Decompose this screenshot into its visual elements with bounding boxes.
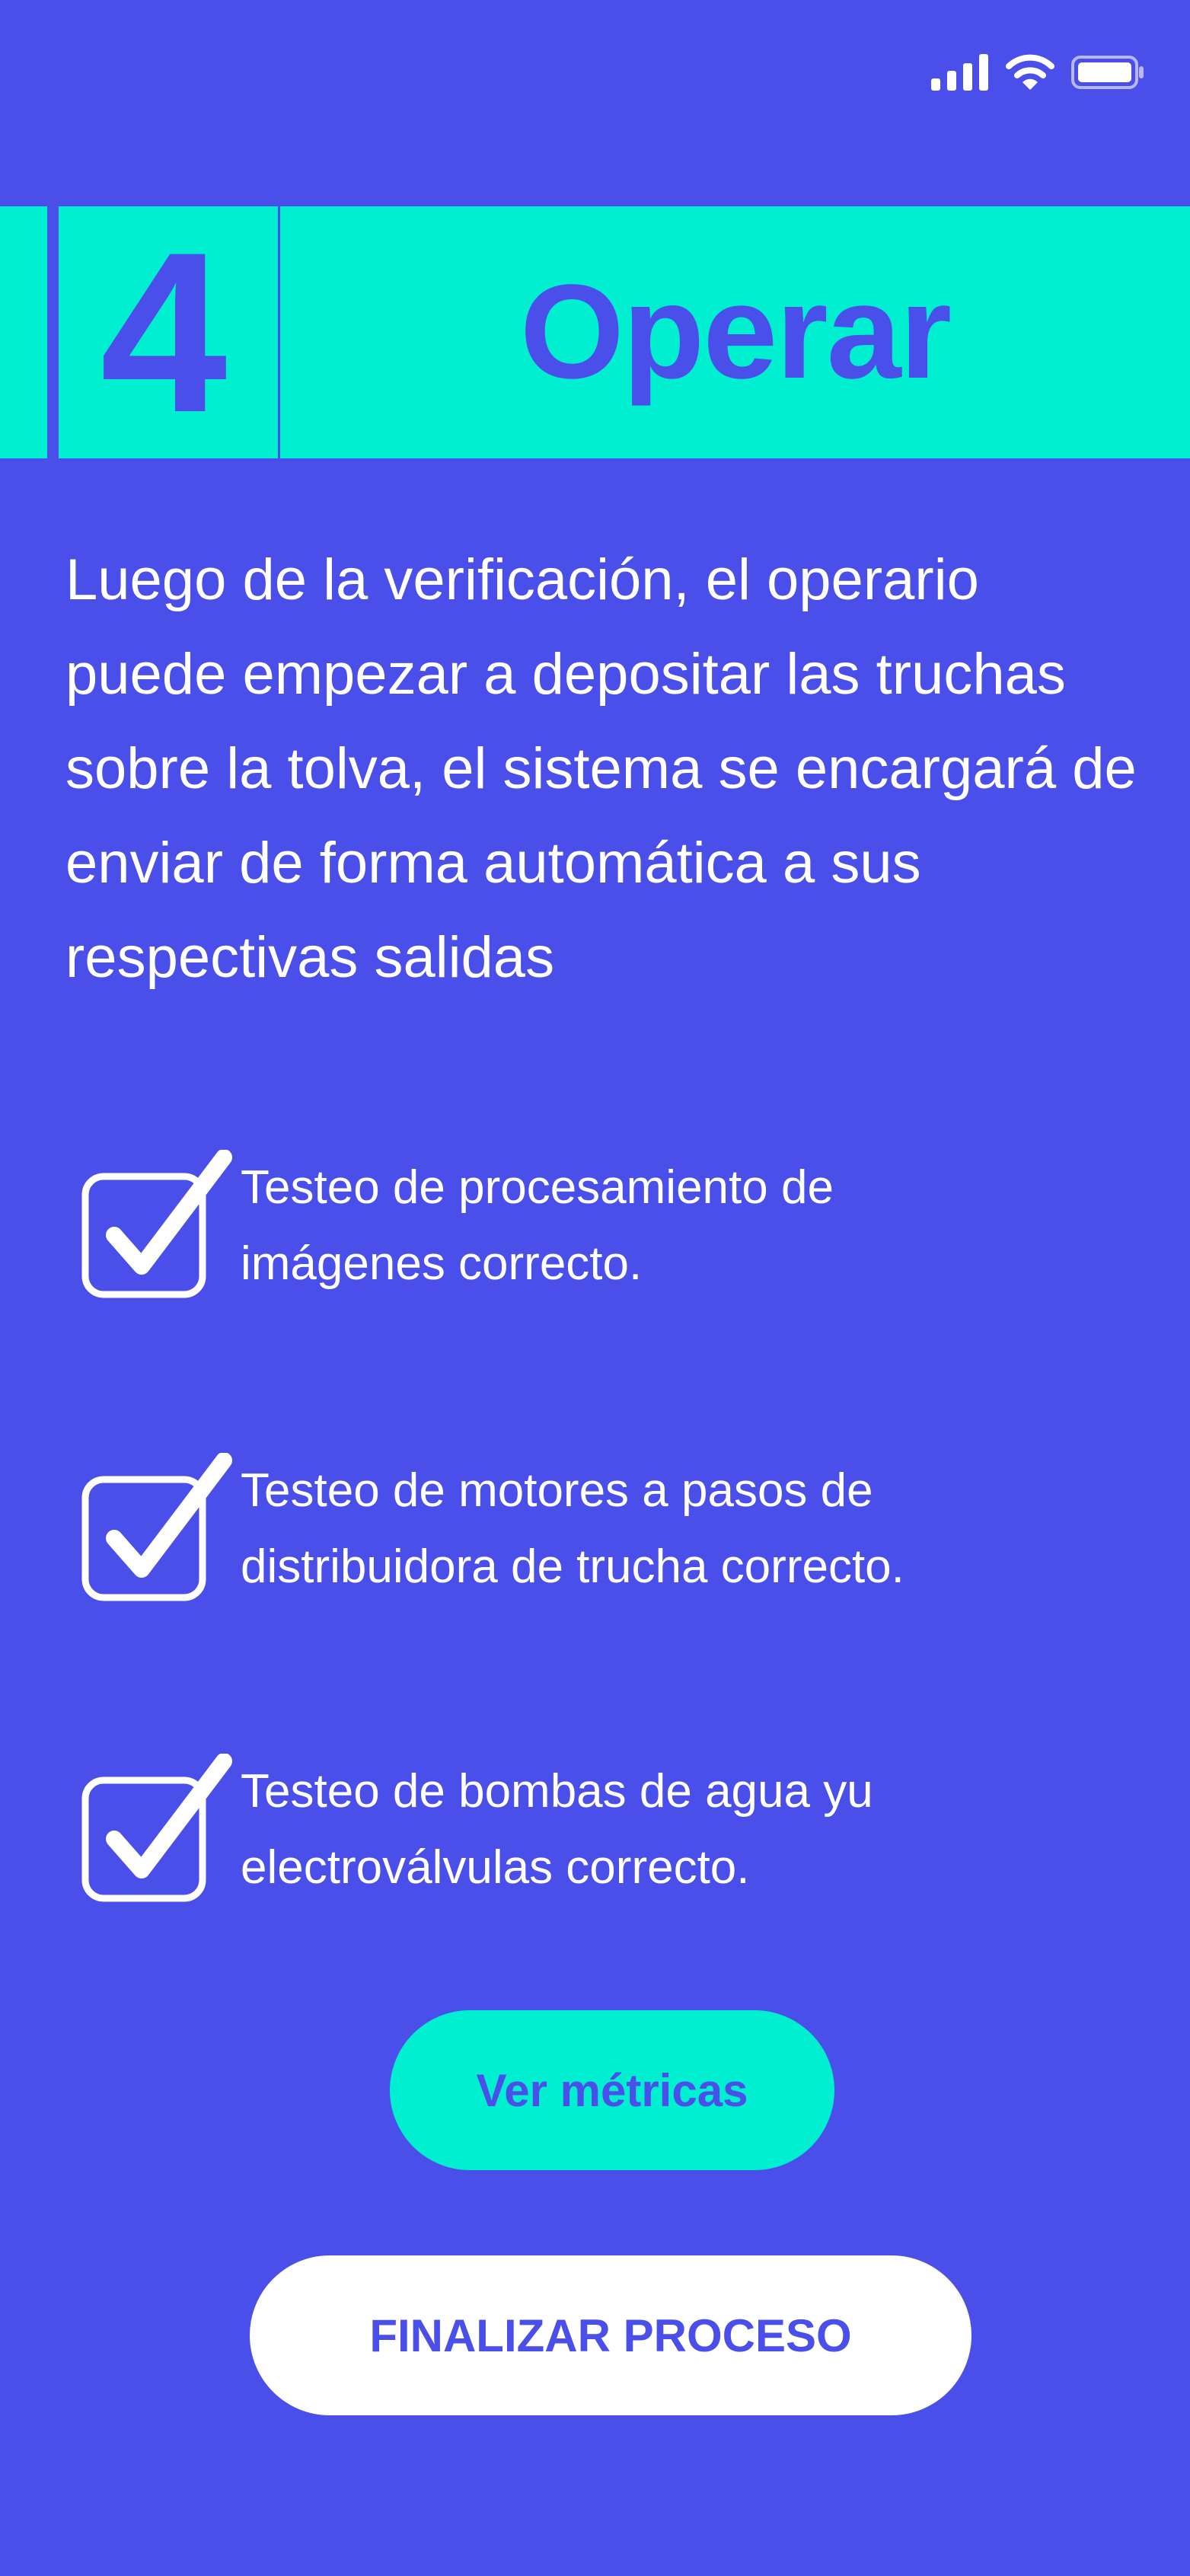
checklist-item-line2: distribuidora de trucha correcto. bbox=[241, 1540, 904, 1593]
checklist-item-text: Testeo de procesamiento de imágenes corr… bbox=[241, 1150, 1139, 1302]
wifi-icon bbox=[1006, 54, 1054, 90]
step-number: 4 bbox=[100, 204, 228, 460]
checkbox-checked-icon bbox=[81, 1150, 232, 1298]
checkbox-checked-icon bbox=[81, 1754, 232, 1902]
battery-icon bbox=[1071, 56, 1144, 89]
checklist-item: Testeo de procesamiento de imágenes corr… bbox=[79, 1150, 1145, 1302]
signal-bars-icon bbox=[931, 54, 988, 91]
view-metrics-button[interactable]: Ver métricas bbox=[390, 2010, 834, 2170]
checklist-item: Testeo de bombas de agua yu electroválvu… bbox=[79, 1754, 1145, 1906]
checklist-item-line1: Testeo de bombas de agua yu bbox=[241, 1765, 873, 1818]
step-description: Luego de la verificación, el operario pu… bbox=[65, 547, 1137, 990]
checklist-item-line2: electroválvulas correcto. bbox=[241, 1841, 750, 1894]
checklist-item-line1: Testeo de motores a pasos de bbox=[241, 1464, 873, 1517]
checklist-item-line1: Testeo de procesamiento de bbox=[241, 1161, 834, 1214]
checklist-item-text: Testeo de bombas de agua yu electroválvu… bbox=[241, 1754, 1139, 1906]
step-title-box: Operar bbox=[280, 206, 1190, 458]
checkbox-checked-icon bbox=[81, 1453, 232, 1601]
step-header: 4 Operar bbox=[0, 206, 1190, 458]
page-title: Operar bbox=[519, 257, 952, 407]
step-number-box: 4 bbox=[0, 206, 278, 458]
checklist-item-line2: imágenes correcto. bbox=[241, 1237, 643, 1290]
finish-process-button[interactable]: FINALIZAR PROCESO bbox=[250, 2255, 971, 2415]
divider bbox=[47, 206, 59, 458]
checklist-item-text: Testeo de motores a pasos de distribuido… bbox=[241, 1453, 1139, 1605]
status-bar bbox=[931, 46, 1144, 99]
checklist-item: Testeo de motores a pasos de distribuido… bbox=[79, 1453, 1145, 1605]
